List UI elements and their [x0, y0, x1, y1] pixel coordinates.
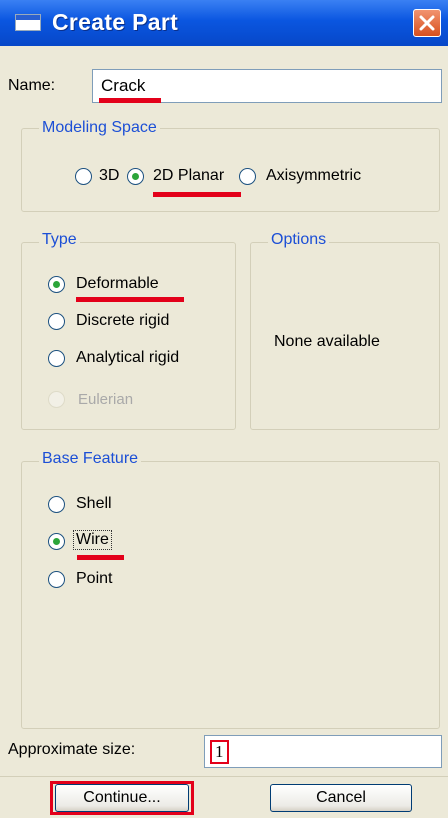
title-bar[interactable]: Create Part — [0, 0, 448, 46]
radio-discrete-rigid[interactable] — [48, 313, 65, 330]
option-2d-planar-label: 2D Planar — [153, 167, 225, 184]
close-button[interactable] — [413, 9, 441, 37]
radio-axisymmetric[interactable] — [239, 168, 256, 185]
approx-size-input[interactable]: 1 — [204, 735, 442, 768]
options-message: None available — [274, 333, 380, 350]
option-eulerian-label: Eulerian — [78, 391, 134, 408]
2d-planar-annotation-underline — [153, 192, 241, 197]
deformable-annotation-underline — [76, 297, 184, 302]
option-point-label: Point — [76, 570, 113, 587]
radio-wire[interactable] — [48, 533, 65, 550]
base-feature-title: Base Feature — [39, 450, 142, 468]
option-wire-label: Wire — [73, 530, 112, 550]
create-part-dialog: Create Part Name: Crack Modeling Space 3… — [0, 0, 448, 818]
approx-size-value: 1 — [210, 740, 229, 764]
name-input-value: Crack — [101, 76, 146, 95]
name-annotation-underline — [99, 98, 161, 103]
radio-2d-planar[interactable] — [127, 168, 144, 185]
option-3d-label: 3D — [99, 167, 120, 184]
radio-analytical-rigid[interactable] — [48, 350, 65, 367]
type-title: Type — [39, 231, 80, 249]
window-icon — [15, 14, 41, 31]
option-axisymmetric-label: Axisymmetric — [266, 167, 362, 184]
radio-point[interactable] — [48, 571, 65, 588]
continue-button[interactable]: Continue... — [55, 784, 189, 812]
approx-size-label: Approximate size: — [8, 741, 136, 758]
cancel-button[interactable]: Cancel — [270, 784, 412, 812]
radio-3d[interactable] — [75, 168, 92, 185]
modeling-space-title: Modeling Space — [39, 119, 160, 137]
radio-deformable[interactable] — [48, 276, 65, 293]
wire-annotation-underline — [77, 555, 124, 560]
options-title: Options — [268, 231, 330, 249]
footer-divider — [0, 776, 448, 777]
radio-eulerian — [48, 391, 65, 408]
option-deformable-label: Deformable — [76, 275, 159, 292]
close-icon — [419, 15, 435, 31]
option-discrete-rigid-label: Discrete rigid — [76, 312, 170, 329]
radio-shell[interactable] — [48, 496, 65, 513]
name-label: Name: — [8, 77, 56, 94]
option-analytical-rigid-label: Analytical rigid — [76, 349, 180, 366]
dialog-title: Create Part — [52, 9, 179, 35]
option-shell-label: Shell — [76, 495, 112, 512]
